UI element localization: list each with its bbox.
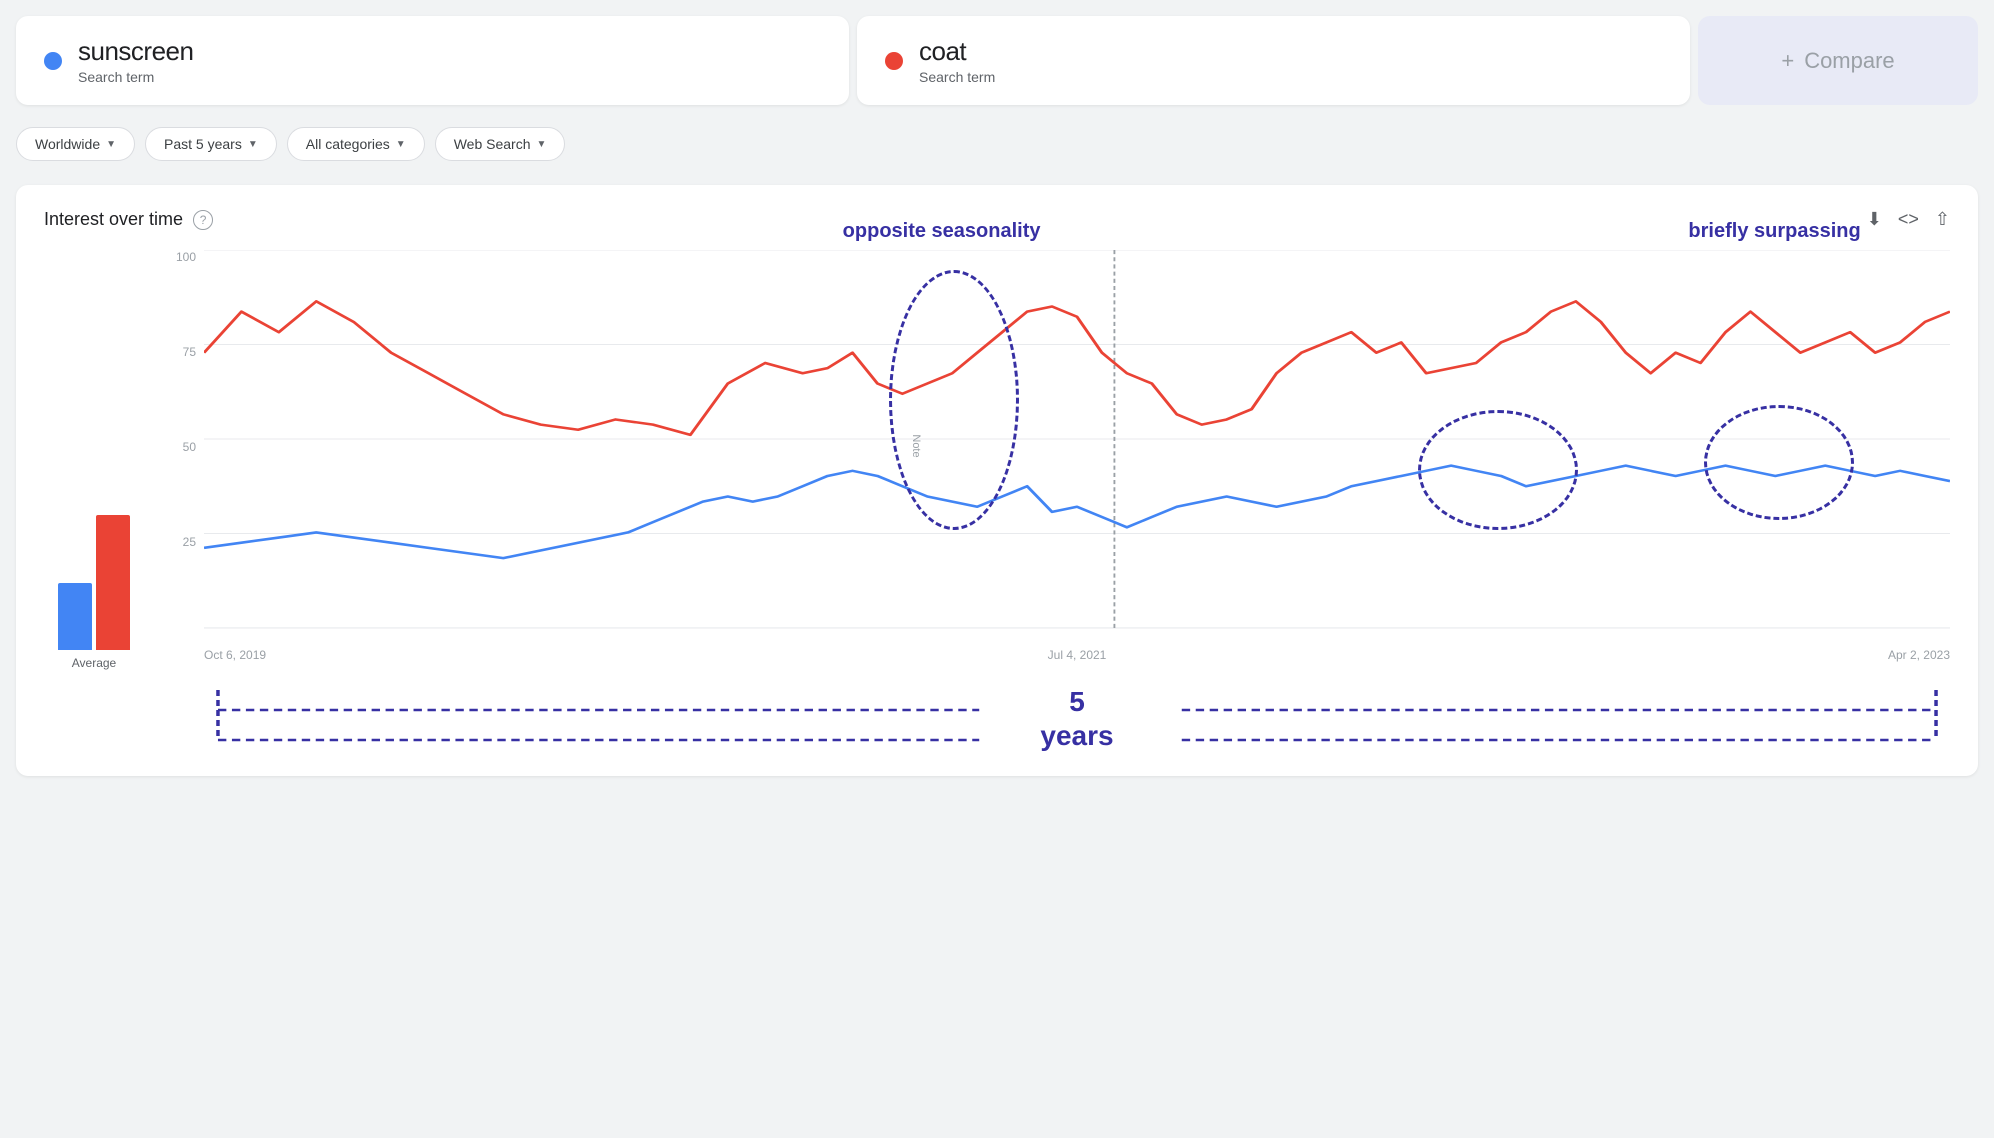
x-label-2021: Jul 4, 2021 xyxy=(1048,648,1107,662)
coat-name: coat xyxy=(919,36,995,67)
share-icon[interactable]: ⇧ xyxy=(1935,209,1950,230)
chevron-down-icon: ▼ xyxy=(106,139,116,150)
chart-header: Interest over time ? ⬇ <> ⇧ xyxy=(44,209,1950,230)
term-cards-row: sunscreen Search term coat Search term +… xyxy=(16,16,1978,105)
download-icon[interactable]: ⬇ xyxy=(1867,209,1882,230)
filter-searchtype-label: Web Search xyxy=(454,136,531,152)
filter-category-label: All categories xyxy=(306,136,390,152)
y-label-50: 50 xyxy=(183,440,196,454)
five-years-annotation: 5years xyxy=(204,680,1950,760)
chart-svg xyxy=(204,250,1950,630)
bar-sunscreen xyxy=(58,583,92,651)
term-card-coat[interactable]: coat Search term xyxy=(857,16,1690,105)
filter-timerange[interactable]: Past 5 years ▼ xyxy=(145,127,277,161)
filter-location[interactable]: Worldwide ▼ xyxy=(16,127,135,161)
y-label-25: 25 xyxy=(183,535,196,549)
compare-card[interactable]: + Compare xyxy=(1698,16,1978,105)
sunscreen-dot xyxy=(44,52,62,70)
x-label-2023: Apr 2, 2023 xyxy=(1888,648,1950,662)
bar-coat xyxy=(96,515,130,650)
filter-timerange-label: Past 5 years xyxy=(164,136,242,152)
plus-icon: + xyxy=(1781,48,1794,74)
y-axis: 100 75 50 25 xyxy=(164,250,204,630)
chevron-down-icon: ▼ xyxy=(248,139,258,150)
coat-info: coat Search term xyxy=(919,36,995,85)
chevron-down-icon: ▼ xyxy=(536,139,546,150)
term-card-sunscreen[interactable]: sunscreen Search term xyxy=(16,16,849,105)
average-bar-chart xyxy=(58,500,130,650)
chart-actions: ⬇ <> ⇧ xyxy=(1867,209,1950,230)
sunscreen-info: sunscreen Search term xyxy=(78,36,193,85)
y-label-75: 75 xyxy=(183,345,196,359)
filters-bar: Worldwide ▼ Past 5 years ▼ All categorie… xyxy=(16,117,1978,171)
filter-category[interactable]: All categories ▼ xyxy=(287,127,425,161)
x-label-2019: Oct 6, 2019 xyxy=(204,648,266,662)
chevron-down-icon: ▼ xyxy=(396,139,406,150)
chart-title-row: Interest over time ? xyxy=(44,209,213,230)
coat-line xyxy=(204,301,1950,435)
help-icon[interactable]: ? xyxy=(193,210,213,230)
sunscreen-line xyxy=(204,466,1950,558)
sunscreen-name: sunscreen xyxy=(78,36,193,67)
filter-location-label: Worldwide xyxy=(35,136,100,152)
chart-title: Interest over time xyxy=(44,209,183,230)
filter-searchtype[interactable]: Web Search ▼ xyxy=(435,127,566,161)
embed-icon[interactable]: <> xyxy=(1898,209,1919,230)
bracket-svg xyxy=(204,680,1950,760)
chart-main: 100 75 50 25 xyxy=(164,250,1950,670)
average-label: Average xyxy=(72,656,116,670)
chart-left: Average xyxy=(44,250,144,670)
chart-container: Interest over time ? ⬇ <> ⇧ Average 100 … xyxy=(16,185,1978,776)
coat-type: Search term xyxy=(919,69,995,85)
compare-label: Compare xyxy=(1804,48,1894,74)
x-axis: Oct 6, 2019 Jul 4, 2021 Apr 2, 2023 xyxy=(204,640,1950,670)
sunscreen-type: Search term xyxy=(78,69,193,85)
y-label-100: 100 xyxy=(176,250,196,264)
chart-plot: Note xyxy=(204,250,1950,630)
coat-dot xyxy=(885,52,903,70)
chart-area: Average 100 75 50 25 xyxy=(44,250,1950,670)
